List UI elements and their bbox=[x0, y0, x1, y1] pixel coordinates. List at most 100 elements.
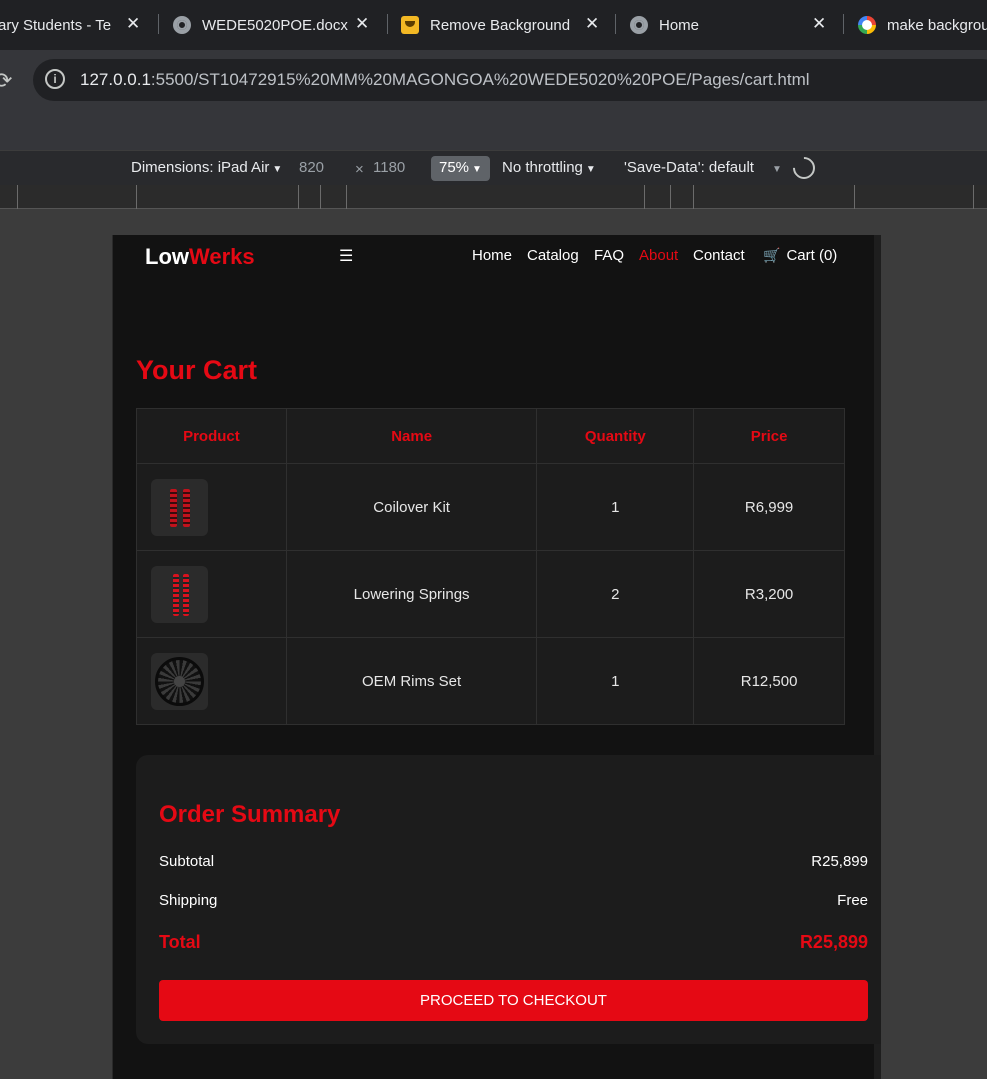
order-summary-card: Order Summary Subtotal R25,899 Shipping … bbox=[136, 755, 881, 1044]
google-icon bbox=[858, 16, 876, 34]
width-input[interactable]: 820 bbox=[299, 159, 324, 176]
shipping-label: Shipping bbox=[159, 892, 218, 909]
tab-separator bbox=[158, 14, 159, 34]
column-header-quantity: Quantity bbox=[536, 408, 695, 464]
tab-home[interactable]: Home ✕ bbox=[630, 0, 835, 50]
tab-title: Home bbox=[659, 16, 700, 34]
oem-rims-image bbox=[151, 652, 208, 710]
url-text: 127.0.0.1:5500/ST10472915%20MM%20MAGONGO… bbox=[80, 70, 810, 90]
tab-teams[interactable]: ary Students - Te ✕ bbox=[0, 0, 148, 50]
globe-icon bbox=[173, 16, 191, 34]
site-navbar: LowWerks ☰ Home Catalog FAQ About Contac… bbox=[113, 235, 875, 280]
nav-link-cart[interactable]: 🛒 Cart (0) bbox=[763, 247, 837, 264]
zoom-value: 75% bbox=[439, 159, 470, 176]
site-info-icon[interactable]: i bbox=[45, 69, 65, 89]
tab-separator bbox=[843, 14, 844, 34]
tab-title: make backgrou bbox=[887, 16, 987, 34]
tab-remove-background[interactable]: Remove Background ✕ bbox=[401, 0, 609, 50]
column-header-product: Product bbox=[136, 408, 287, 464]
media-query-ruler bbox=[0, 185, 987, 209]
nav-link-about[interactable]: About bbox=[639, 247, 678, 264]
subtotal-label: Subtotal bbox=[159, 853, 215, 870]
coilover-kit-image bbox=[151, 478, 208, 536]
tab-google-search[interactable]: make backgrou bbox=[858, 0, 987, 50]
url-path: :5500/ST10472915%20MM%20MAGONGOA%20WEDE5… bbox=[150, 70, 810, 89]
ruler-tick[interactable] bbox=[644, 185, 645, 209]
dimensions-label: Dimensions: iPad Air bbox=[131, 159, 270, 176]
table-header-row: Product Name Quantity Price bbox=[136, 408, 845, 464]
product-cell bbox=[136, 463, 287, 551]
shipping-value: Free bbox=[837, 892, 868, 909]
logo-part-werks: Werks bbox=[189, 244, 255, 269]
product-name: Lowering Springs bbox=[285, 550, 538, 638]
ruler-tick[interactable] bbox=[17, 185, 18, 209]
product-price: R6,999 bbox=[693, 463, 845, 551]
column-header-price: Price bbox=[693, 408, 845, 464]
nav-link-home[interactable]: Home bbox=[472, 247, 512, 264]
ruler-tick[interactable] bbox=[854, 185, 855, 209]
ruler-tick[interactable] bbox=[320, 185, 321, 209]
subtotal-value: R25,899 bbox=[811, 853, 868, 870]
table-row: OEM Rims Set 1 R12,500 bbox=[136, 637, 845, 725]
product-quantity: 1 bbox=[536, 637, 695, 725]
rim-hub-shape bbox=[174, 675, 185, 687]
product-quantity: 1 bbox=[536, 463, 695, 551]
zoom-select[interactable]: 75% ▼ bbox=[431, 156, 490, 181]
chevron-down-icon: ▼ bbox=[771, 164, 782, 175]
close-icon[interactable]: ✕ bbox=[585, 14, 599, 34]
proceed-to-checkout-button[interactable]: PROCEED TO CHECKOUT bbox=[159, 980, 868, 1021]
device-toolbar: Dimensions: iPad Air ▼ 820 × 1180 75% ▼ No… bbox=[0, 150, 987, 185]
browser-tab-bar: ary Students - Te ✕ WEDE5020POE.docx ✕ R… bbox=[0, 0, 987, 50]
nav-link-contact[interactable]: Contact bbox=[693, 247, 745, 264]
nav-link-faq[interactable]: FAQ bbox=[594, 247, 624, 264]
close-icon[interactable]: ✕ bbox=[355, 14, 369, 34]
product-name: OEM Rims Set bbox=[285, 637, 538, 725]
ruler-tick[interactable] bbox=[298, 185, 299, 209]
tab-title: WEDE5020POE.docx bbox=[202, 16, 348, 34]
ruler-tick[interactable] bbox=[973, 185, 974, 209]
product-quantity: 2 bbox=[536, 550, 695, 638]
product-price: R3,200 bbox=[693, 550, 845, 638]
times-icon: × bbox=[355, 161, 364, 178]
throttling-select[interactable]: No throttling ▼ bbox=[502, 159, 596, 176]
logo-part-low: Low bbox=[145, 244, 189, 269]
lowering-springs-image bbox=[151, 565, 208, 623]
tab-title: Remove Background bbox=[430, 16, 570, 34]
tab-separator bbox=[387, 14, 388, 34]
product-name: Coilover Kit bbox=[285, 463, 538, 551]
product-cell bbox=[136, 637, 287, 725]
hamburger-menu-icon[interactable]: ☰ bbox=[339, 246, 353, 266]
chevron-down-icon: ▼ bbox=[585, 164, 596, 175]
globe-icon bbox=[630, 16, 648, 34]
ruler-tick[interactable] bbox=[136, 185, 137, 209]
tab-wede-docx[interactable]: WEDE5020POE.docx ✕ bbox=[173, 0, 383, 50]
chevron-down-icon: ▼ bbox=[272, 164, 283, 175]
dimensions-select[interactable]: Dimensions: iPad Air ▼ bbox=[131, 159, 282, 176]
table-row: Lowering Springs 2 R3,200 bbox=[136, 550, 845, 638]
remove-bg-icon bbox=[401, 16, 419, 34]
table-row: Coilover Kit 1 R6,999 bbox=[136, 463, 845, 551]
page-title: Your Cart bbox=[136, 355, 258, 385]
save-data-select[interactable]: 'Save-Data': default ▼ bbox=[624, 159, 782, 176]
cart-link-label: Cart (0) bbox=[786, 247, 838, 264]
chevron-down-icon: ▼ bbox=[472, 164, 482, 175]
nav-link-catalog[interactable]: Catalog bbox=[527, 247, 579, 264]
throttling-label: No throttling bbox=[502, 159, 583, 176]
order-summary-title: Order Summary bbox=[159, 801, 341, 828]
close-icon[interactable]: ✕ bbox=[126, 14, 140, 34]
height-input[interactable]: 1180 bbox=[373, 159, 405, 176]
ruler-tick[interactable] bbox=[693, 185, 694, 209]
tab-title: ary Students - Te bbox=[0, 16, 112, 34]
rotate-icon[interactable] bbox=[788, 152, 820, 184]
site-logo[interactable]: LowWerks bbox=[145, 244, 255, 270]
ruler-tick[interactable] bbox=[670, 185, 671, 209]
close-icon[interactable]: ✕ bbox=[812, 14, 826, 34]
shopping-cart-icon: 🛒 bbox=[763, 247, 781, 263]
cart-table: Product Name Quantity Price Coilover Kit… bbox=[136, 408, 845, 725]
reload-icon[interactable]: ⟳ bbox=[0, 68, 12, 94]
address-bar[interactable]: i 127.0.0.1:5500/ST10472915%20MM%20MAGON… bbox=[33, 59, 987, 101]
url-host: 127.0.0.1 bbox=[80, 70, 151, 89]
ruler-tick[interactable] bbox=[346, 185, 347, 209]
coilover-shape bbox=[170, 488, 177, 527]
product-cell bbox=[136, 550, 287, 638]
